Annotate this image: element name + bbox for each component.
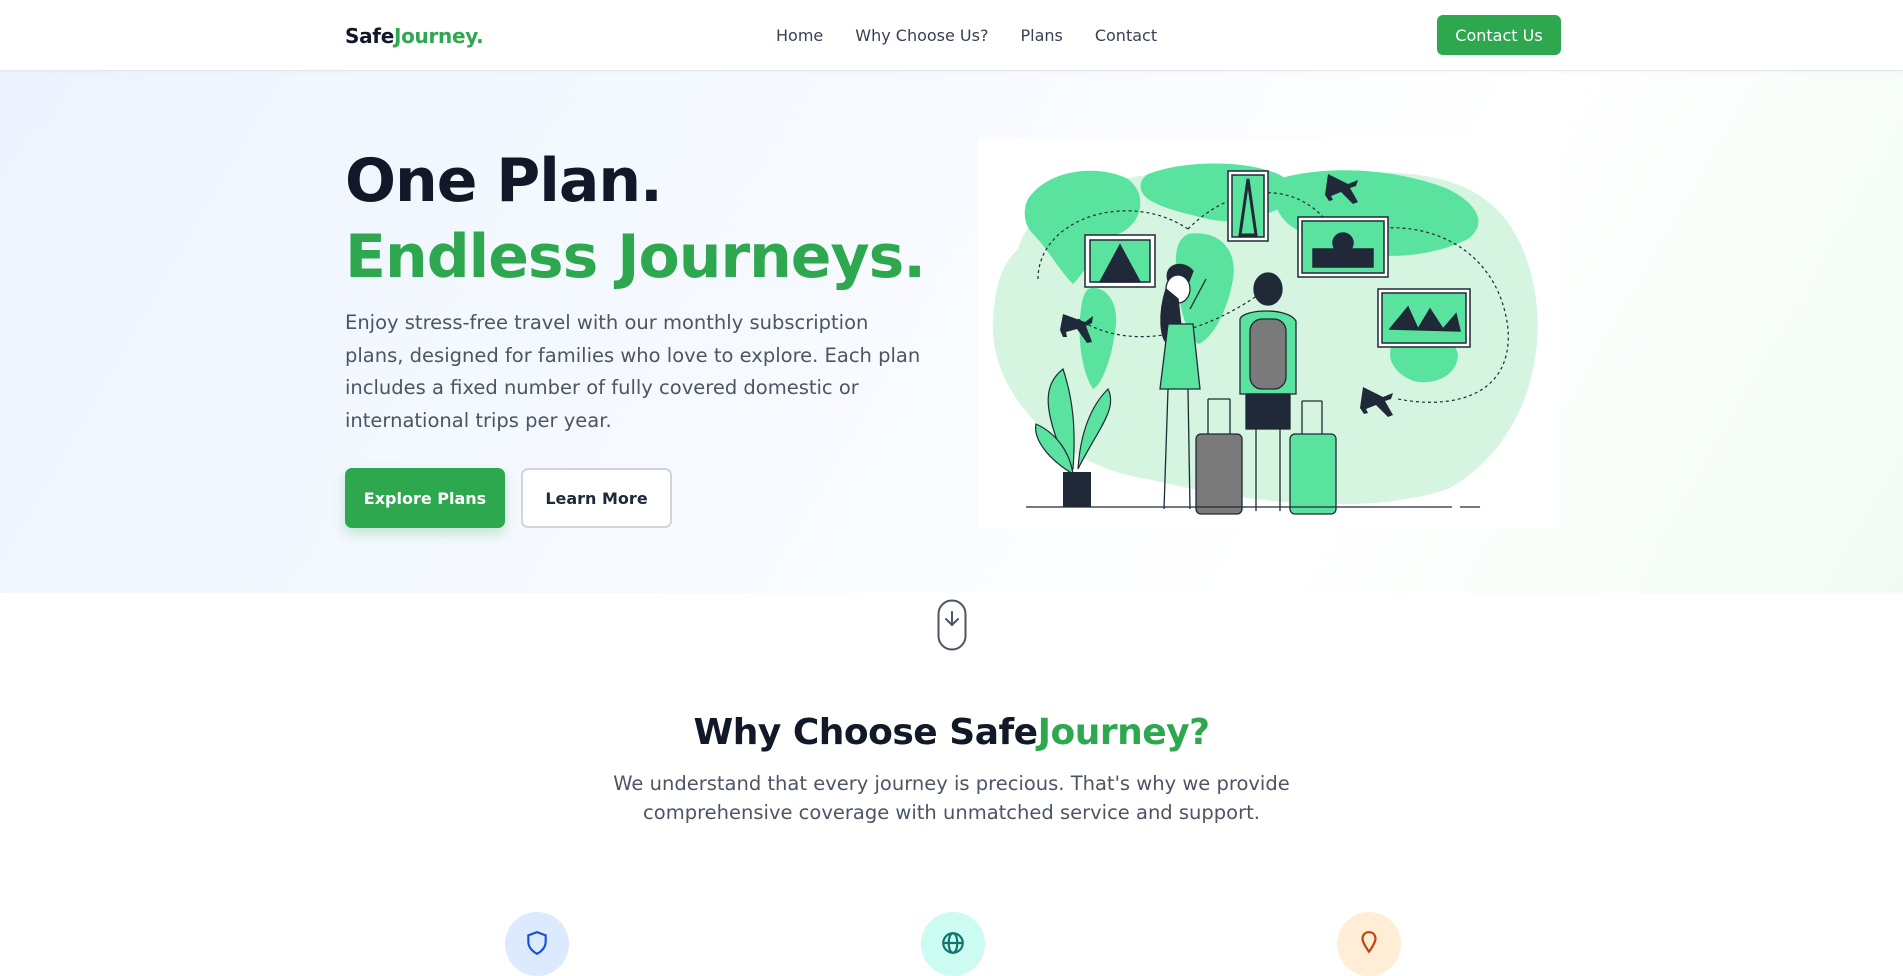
why-choose-subtitle: We understand that every journey is prec… <box>613 772 1290 824</box>
nav-link-why-choose-us[interactable]: Why Choose Us? <box>855 26 988 45</box>
learn-more-button[interactable]: Learn More <box>521 468 672 528</box>
top-navbar: SafeJourney. Home Why Choose Us? Plans C… <box>0 0 1903 71</box>
logo[interactable]: SafeJourney. <box>345 24 484 48</box>
nav-link-home[interactable]: Home <box>776 26 823 45</box>
nav-link-contact[interactable]: Contact <box>1095 26 1157 45</box>
globe-icon <box>921 912 985 976</box>
logo-safe: Safe <box>345 24 394 48</box>
why-choose-title-part2: Journey? <box>1037 712 1210 753</box>
hero-title-line1: One Plan. <box>345 146 663 216</box>
hero-description: Enjoy stress-free travel with our monthl… <box>345 311 921 432</box>
logo-journey: Journey. <box>393 24 484 48</box>
explore-plans-button[interactable]: Explore Plans <box>345 468 505 528</box>
hero-title-line2: Endless Journeys. <box>345 222 926 292</box>
nav-links: Home Why Choose Us? Plans Contact <box>776 26 1157 45</box>
nav-link-plans[interactable]: Plans <box>1020 26 1062 45</box>
mouse-scroll-down-icon[interactable] <box>937 599 967 656</box>
travel-illustration <box>978 139 1560 528</box>
why-choose-title: Why Choose SafeJourney? <box>0 712 1903 753</box>
shield-icon <box>505 912 569 976</box>
map-pin-icon <box>1337 912 1401 976</box>
contact-us-button[interactable]: Contact Us <box>1437 15 1561 55</box>
hero-section <box>0 71 1903 593</box>
why-choose-title-part1: Why Choose Safe <box>693 712 1039 753</box>
